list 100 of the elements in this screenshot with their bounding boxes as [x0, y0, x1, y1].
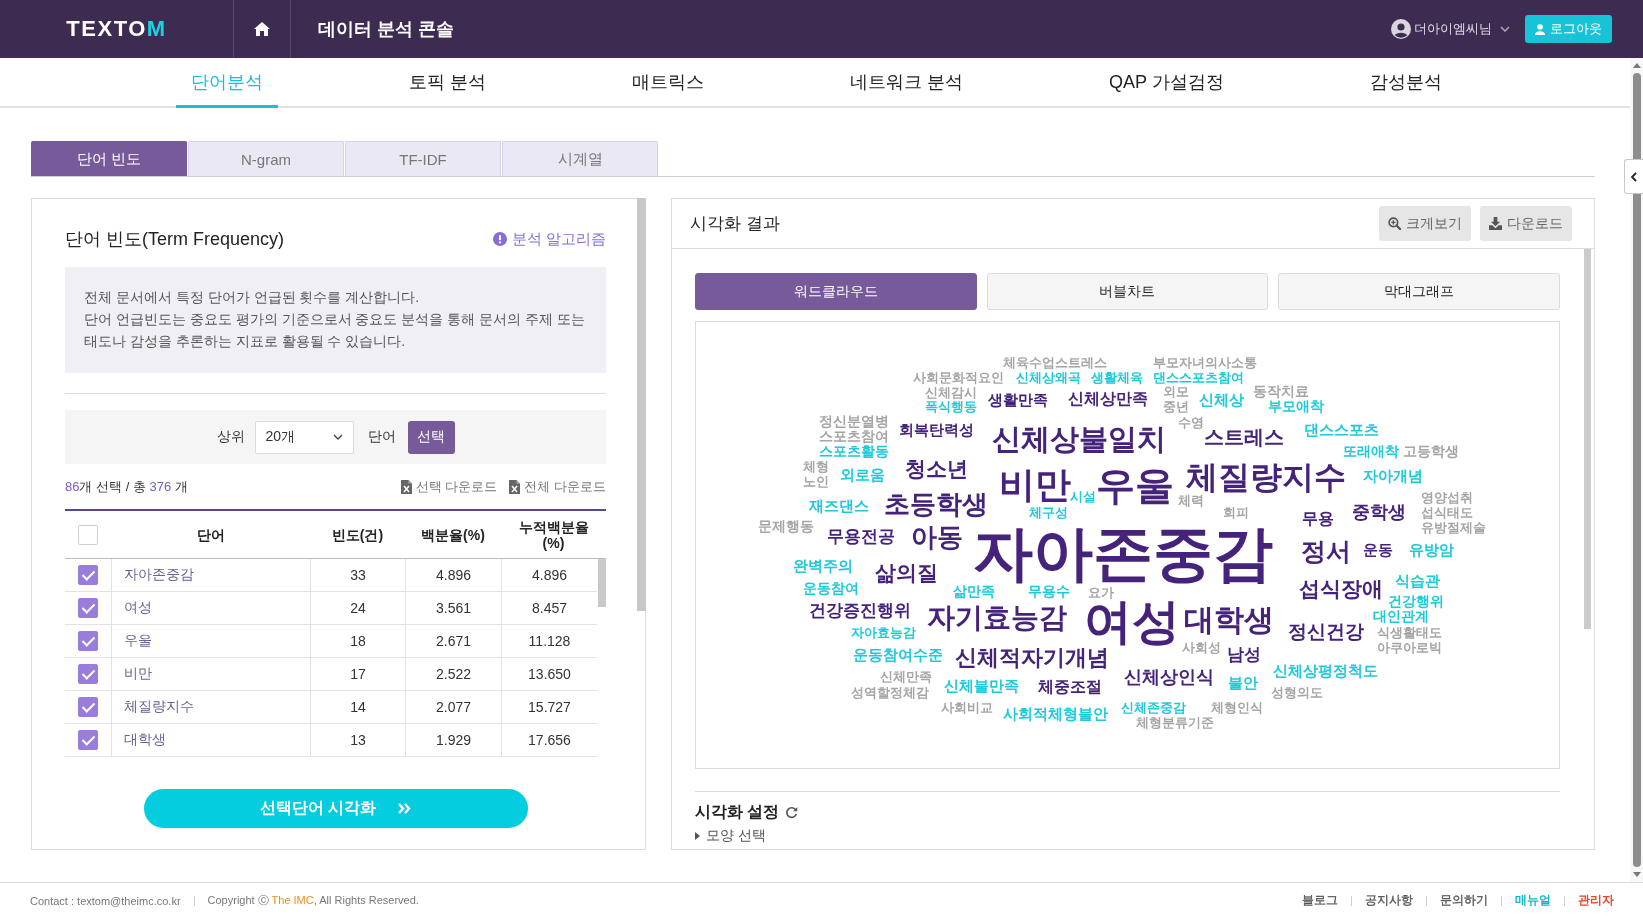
analysis-tab[interactable]: 단어 빈도 [31, 141, 187, 176]
table-cell: 18 [310, 625, 405, 658]
cloud-word: 체형분류기준 [1136, 715, 1214, 729]
row-checkbox[interactable] [78, 730, 98, 750]
cloud-word: 무용 [1302, 511, 1334, 527]
analysis-tab[interactable]: TF-IDF [345, 141, 501, 176]
column-header: 단어 [196, 526, 225, 543]
row-checkbox[interactable] [78, 697, 98, 717]
cloud-word: 폭식행동 [925, 399, 977, 413]
table-cell: 15.727 [501, 691, 597, 724]
cloud-word: 정신분열병 [819, 415, 889, 429]
cloud-word: 청소년 [904, 457, 968, 479]
cloud-word: 완벽주의 [793, 557, 853, 573]
cloud-word: 생활만족 [988, 391, 1048, 407]
column-header: 누적백분율(%) [517, 518, 590, 551]
logo-text[interactable]: TEXTOM [66, 16, 167, 42]
download-link[interactable]: 선택 다운로드 [400, 478, 498, 496]
toolbar-button[interactable]: 다운로드 [1480, 206, 1572, 241]
table-cell: 24 [310, 592, 405, 625]
nav-tab[interactable]: QAP 가설검정 [1094, 58, 1239, 108]
cloud-word: 고등학생 [1403, 445, 1459, 459]
table-cell: 33 [310, 559, 405, 592]
word-cell: 자아존중감 [111, 559, 310, 592]
table-cell: 4.896 [501, 559, 597, 592]
cloud-word: 문제행동 [758, 520, 814, 534]
scrollbar-thumb[interactable] [1632, 73, 1641, 867]
cloud-word: 체형 [803, 460, 829, 474]
row-checkbox[interactable] [78, 565, 98, 585]
cloud-word: 외로움 [839, 466, 885, 482]
panel-title: 단어 빈도(Term Frequency) [65, 228, 285, 251]
footer-link[interactable]: 관리자 [1578, 892, 1614, 909]
word-cell: 체질량지수 [111, 691, 310, 724]
table-cell: 13.650 [501, 658, 597, 691]
chart-type-tab[interactable]: 막대그래프 [1278, 273, 1560, 310]
cloud-word: 우울 [1096, 465, 1174, 505]
zoom-in-icon [1388, 217, 1401, 230]
analysis-tab[interactable]: N-gram [188, 141, 344, 176]
nav-tab[interactable]: 네트워크 분석 [835, 58, 979, 108]
cloud-word: 사회적체형불안 [1002, 706, 1108, 722]
download-link[interactable]: 전체 다운로드 [509, 478, 606, 496]
selection-summary: 86개 선택 / 총 376 개 [65, 478, 188, 496]
row-checkbox[interactable] [78, 664, 98, 684]
table-cell: 8.457 [501, 592, 597, 625]
collapse-tab[interactable] [1624, 159, 1643, 194]
section-title: 시각화 설정 [695, 801, 780, 822]
cloud-word: 체육수업스트레스 [1003, 355, 1107, 369]
select-all-checkbox[interactable] [78, 524, 98, 545]
spreadsheet-file-icon [400, 480, 412, 494]
cloud-word: 건강증진행위 [809, 601, 911, 619]
cloud-word: 여성 [1084, 598, 1180, 646]
shape-section-toggle[interactable]: 모양 선택 [695, 827, 766, 845]
user-name[interactable]: 더아이엠씨님 [1414, 20, 1492, 38]
user-avatar-icon [1391, 19, 1411, 39]
chevron-down-icon[interactable] [1500, 26, 1510, 32]
cloud-word: 신체상인식 [1124, 668, 1214, 686]
cloud-word: 부모자녀의사소통 [1153, 355, 1257, 369]
row-checkbox[interactable] [78, 631, 98, 651]
scroll-down-icon[interactable] [1632, 872, 1641, 877]
cloud-word: 비만 [999, 467, 1071, 503]
word-cell: 비만 [111, 658, 310, 691]
chart-type-tab[interactable]: 워드클라우드 [695, 273, 977, 310]
column-header: 백분율(%) [421, 526, 485, 543]
cloud-word: 신체감시 [925, 385, 977, 399]
analysis-tab[interactable]: 시계열 [502, 141, 658, 176]
description-text: 단어 언급빈도는 중요도 평가의 기준으로서 중요도 분석을 통해 문서의 주제 또는 태도나 감성을 추론하는 지표로 활용될 수 있습니다. [84, 310, 586, 351]
cloud-word: 건강행위 [1388, 595, 1444, 609]
chart-type-tab[interactable]: 버블차트 [986, 273, 1269, 310]
refresh-icon[interactable] [785, 805, 799, 819]
cloud-word: 남성 [1227, 645, 1261, 663]
cloud-word: 요가 [1088, 585, 1114, 599]
scrollbar-thumb[interactable] [1584, 249, 1591, 629]
scrollbar-thumb[interactable] [637, 198, 646, 611]
cloud-word: 체질량지수 [1186, 461, 1346, 493]
cloud-word: 스포츠활동 [819, 445, 889, 459]
word-cell: 우울 [111, 625, 310, 658]
caret-icon [695, 832, 700, 840]
top-count-select[interactable]: 20개 [254, 420, 354, 454]
cloud-word: 무용전공 [827, 527, 895, 545]
nav-tab[interactable]: 토픽 분석 [394, 58, 501, 108]
cloud-word: 신체불만족 [943, 677, 1019, 693]
nav-tab[interactable]: 감성분석 [1354, 58, 1457, 108]
column-header: 빈도(건) [331, 526, 384, 543]
cloud-word: 자아존중감 [973, 524, 1273, 584]
cloud-word: 재즈댄스 [809, 497, 869, 513]
cloud-word: 식습관 [1394, 572, 1440, 588]
nav-tab[interactable]: 매트릭스 [617, 58, 719, 108]
algorithm-link[interactable]: 분석 알고리즘 [492, 229, 606, 249]
cloud-word: 또래애착 [1343, 445, 1399, 459]
select-button[interactable]: 선택 [407, 420, 455, 454]
footer-link[interactable]: 문의하기 [1440, 892, 1488, 909]
footer-link[interactable]: 공지사항 [1365, 892, 1413, 909]
footer-link[interactable]: 블로그 [1302, 892, 1338, 909]
scrollbar-thumb[interactable] [598, 559, 606, 607]
row-checkbox[interactable] [78, 598, 98, 618]
home-icon[interactable] [254, 22, 270, 36]
cloud-word: 성형의도 [1271, 685, 1323, 699]
cloud-word: 부모애착 [1268, 400, 1324, 414]
scroll-up-icon[interactable] [1632, 63, 1641, 68]
toolbar-button[interactable]: 크게보기 [1379, 206, 1471, 241]
cloud-word: 동작치료 [1253, 385, 1309, 399]
